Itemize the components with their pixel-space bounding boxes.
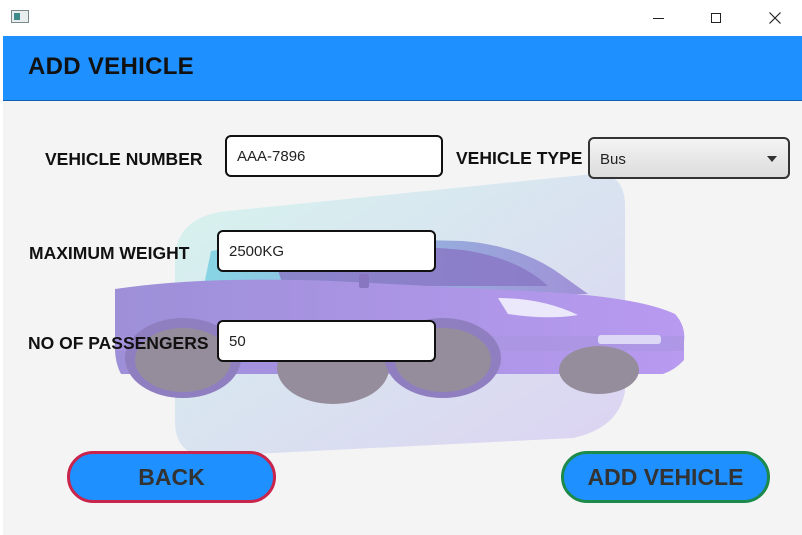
no-of-passengers-input[interactable] <box>217 320 436 362</box>
maximum-weight-input[interactable] <box>217 230 436 272</box>
close-icon <box>769 12 781 24</box>
minimize-icon <box>652 17 664 19</box>
maximum-weight-label: MAXIMUM WEIGHT <box>29 243 190 263</box>
add-vehicle-button[interactable]: ADD VEHICLE <box>561 451 770 503</box>
back-button[interactable]: BACK <box>67 451 276 503</box>
chevron-down-icon <box>767 156 777 162</box>
vehicle-number-input[interactable] <box>225 135 443 177</box>
no-of-passengers-label: NO OF PASSENGERS <box>28 333 209 353</box>
maximize-button[interactable] <box>693 0 739 36</box>
close-button[interactable] <box>752 0 798 36</box>
title-bar <box>0 0 802 36</box>
vehicle-type-label: VEHICLE TYPE <box>456 148 583 168</box>
vehicle-number-label: VEHICLE NUMBER <box>45 149 203 169</box>
header-bar: ADD VEHICLE <box>3 36 802 101</box>
app-window: ADD VEHICLE VEHICLE NUMBER AAA-7896 VEHI… <box>3 36 802 535</box>
maximize-icon <box>711 13 721 23</box>
page-title: ADD VEHICLE <box>28 53 194 80</box>
minimize-button[interactable] <box>635 0 681 36</box>
vehicle-type-select[interactable]: Bus <box>588 137 790 179</box>
app-icon <box>11 10 29 23</box>
vehicle-type-value: Bus <box>600 151 626 168</box>
